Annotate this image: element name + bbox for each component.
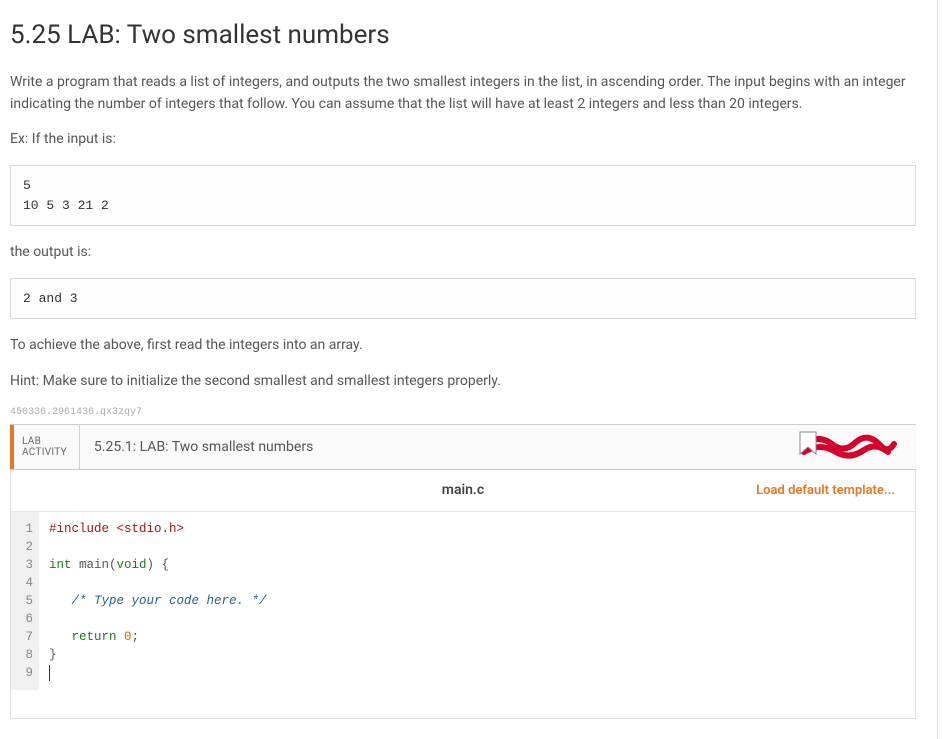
code-text (49, 630, 72, 644)
code-text: 0 (124, 630, 132, 644)
line-number: 6 (21, 610, 33, 628)
line-number: 7 (21, 628, 33, 646)
code-text (49, 574, 905, 592)
code-text: } (49, 646, 905, 664)
line-number: 8 (21, 646, 33, 664)
line-number: 2 (21, 538, 33, 556)
watermark-id: 450336.2961436.qx3zqy7 (10, 407, 916, 418)
redaction-scribble (798, 432, 908, 462)
line-number: 3 (21, 556, 33, 574)
problem-description: Write a program that reads a list of int… (10, 72, 916, 115)
bookmark-icon (798, 430, 818, 456)
output-intro: the output is: (10, 242, 916, 264)
activity-label-line2: ACTIVITY (22, 447, 67, 458)
page-title: 5.25 LAB: Two smallest numbers (10, 20, 916, 50)
example-intro: Ex: If the input is: (10, 129, 916, 151)
code-cursor-line (49, 664, 905, 682)
code-text: int (49, 558, 72, 572)
code-text: ; (132, 630, 140, 644)
activity-label-line1: LAB (22, 436, 67, 447)
activity-title: 5.25.1: LAB: Two smallest numbers (80, 439, 313, 455)
instruction-hint: Hint: Make sure to initialize the second… (10, 371, 916, 393)
line-number: 1 (21, 520, 33, 538)
code-text: return (72, 630, 117, 644)
code-text (49, 538, 905, 556)
filename-tab[interactable]: main.c (442, 482, 484, 498)
vertical-separator (937, 0, 938, 739)
code-editor-panel: main.c Load default template... 1 2 3 4 … (10, 470, 916, 719)
example-output-box: 2 and 3 (10, 278, 916, 320)
editor-header: main.c Load default template... (11, 470, 915, 512)
code-lines[interactable]: #include <stdio.h> int main(void) { /* T… (39, 512, 915, 690)
code-text: /* Type your code here. */ (49, 594, 267, 608)
line-number: 4 (21, 574, 33, 592)
code-text (49, 610, 905, 628)
activity-label: LAB ACTIVITY (10, 425, 80, 469)
code-text: ) { (147, 558, 170, 572)
example-input-box: 5 10 5 3 21 2 (10, 165, 916, 226)
activity-bar: LAB ACTIVITY 5.25.1: LAB: Two smallest n… (10, 424, 916, 470)
code-text (117, 630, 125, 644)
line-number: 9 (21, 664, 33, 682)
instruction-array: To achieve the above, first read the int… (10, 335, 916, 357)
code-text: main( (72, 558, 117, 572)
line-number: 5 (21, 592, 33, 610)
code-text: #include <stdio.h> (49, 522, 184, 536)
code-text: void (117, 558, 147, 572)
code-editor[interactable]: 1 2 3 4 5 6 7 8 9 #include <stdio.h> int… (11, 512, 915, 718)
line-number-gutter: 1 2 3 4 5 6 7 8 9 (11, 512, 39, 690)
load-default-template-link[interactable]: Load default template... (756, 483, 915, 498)
